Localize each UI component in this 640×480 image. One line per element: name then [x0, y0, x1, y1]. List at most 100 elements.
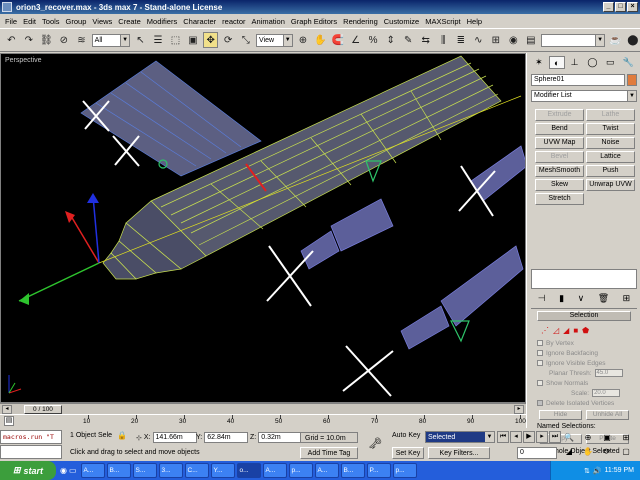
- modifier-button-bevel[interactable]: Bevel: [535, 151, 584, 163]
- modifier-button-skew[interactable]: Skew: [535, 179, 584, 191]
- named-selection-sets-icon[interactable]: ✎: [401, 32, 416, 48]
- reference-coordinate-dropdown[interactable]: View ▼: [256, 33, 293, 47]
- arc-rotate-icon[interactable]: ⟳: [598, 445, 616, 458]
- taskbar-button[interactable]: A...: [314, 463, 339, 478]
- time-slider[interactable]: ◂ 0 / 100 ▸: [0, 403, 526, 414]
- remove-modifier-icon[interactable]: 🗑: [598, 293, 609, 304]
- lock-icon[interactable]: 🔒: [117, 431, 127, 440]
- menu-graph-editors[interactable]: Graph Editors: [288, 17, 340, 26]
- angle-snap-icon[interactable]: ∠: [348, 32, 363, 48]
- modifier-list-dropdown[interactable]: Modifier List ▼: [531, 90, 637, 102]
- go-to-start-icon[interactable]: ⏮: [497, 431, 509, 443]
- display-tab-icon[interactable]: ▭: [602, 56, 618, 69]
- planar-thresh-value[interactable]: 45.0: [594, 369, 623, 377]
- select-and-link-icon[interactable]: ⛓: [39, 32, 54, 48]
- next-frame-icon[interactable]: ▸: [536, 431, 548, 443]
- percent-snap-icon[interactable]: %: [366, 32, 381, 48]
- align-icon[interactable]: ⫼: [436, 32, 451, 48]
- modifier-stack-list[interactable]: [531, 269, 637, 289]
- taskbar-button[interactable]: Y...: [210, 463, 235, 478]
- snaps-toggle-icon[interactable]: 🧲: [331, 32, 346, 48]
- ignore-backfacing-checkbox[interactable]: Ignore Backfacing: [531, 348, 637, 358]
- previous-frame-icon[interactable]: ◂: [510, 431, 522, 443]
- taskbar-button[interactable]: 3...: [158, 463, 183, 478]
- next-frame-arrow-icon[interactable]: ▸: [514, 405, 524, 414]
- element-level-icon[interactable]: ⬟: [582, 326, 589, 335]
- zoom-extents-all-icon[interactable]: ⊞: [617, 431, 635, 444]
- menu-animation[interactable]: Animation: [249, 17, 288, 26]
- menu-group[interactable]: Group: [63, 17, 90, 26]
- curve-editor-icon[interactable]: ∿: [471, 32, 486, 48]
- close-button[interactable]: ×: [627, 2, 638, 12]
- perspective-viewport[interactable]: Perspective: [0, 53, 526, 403]
- configure-modifier-sets-icon[interactable]: ⊞: [623, 293, 631, 304]
- menu-character[interactable]: Character: [180, 17, 219, 26]
- maxscript-listener-field[interactable]: macros.run "T: [0, 430, 62, 444]
- normals-scale-spinner[interactable]: Scale: 20.0: [531, 388, 637, 398]
- planar-thresh-spinner[interactable]: Planar Thresh: 45.0: [531, 368, 637, 378]
- y-field[interactable]: 62.84m: [204, 432, 249, 443]
- taskbar-button[interactable]: S...: [132, 463, 157, 478]
- by-vertex-checkbox[interactable]: By Vertex: [531, 338, 637, 348]
- z-field[interactable]: 0.32m: [258, 432, 303, 443]
- redo-icon[interactable]: ↷: [22, 32, 37, 48]
- x-field[interactable]: 141.66m: [152, 432, 197, 443]
- viewport-label[interactable]: Perspective: [5, 57, 42, 64]
- select-and-scale-icon[interactable]: ⤡: [239, 32, 254, 48]
- taskbar-button[interactable]: A...: [80, 463, 105, 478]
- absolute-mode-icon[interactable]: ⊹: [136, 434, 142, 442]
- quick-render-icon[interactable]: ☕: [608, 32, 623, 48]
- taskbar-button[interactable]: o...: [236, 463, 261, 478]
- volume-icon[interactable]: 🔊: [593, 467, 602, 475]
- face-level-icon[interactable]: ◢: [563, 326, 569, 335]
- make-unique-icon[interactable]: ∨: [578, 293, 585, 304]
- maxscript-output-field[interactable]: [0, 445, 62, 459]
- taskbar-button[interactable]: P...: [366, 463, 391, 478]
- show-desktop-icon[interactable]: ▭: [69, 466, 77, 475]
- select-by-name-icon[interactable]: ☰: [151, 32, 166, 48]
- play-icon[interactable]: ▶: [523, 431, 535, 443]
- render-last-icon[interactable]: ⬤: [626, 32, 640, 48]
- auto-key-button[interactable]: Auto Key: [392, 432, 420, 439]
- maximize-viewport-icon[interactable]: ▢: [617, 445, 635, 458]
- render-scene-icon[interactable]: ▤: [524, 32, 539, 48]
- delete-isolated-checkbox[interactable]: Delete Isolated Vertices: [531, 398, 637, 408]
- taskbar-button[interactable]: B...: [340, 463, 365, 478]
- spinner-snap-icon[interactable]: ⇕: [383, 32, 398, 48]
- field-of-view-icon[interactable]: ◢: [560, 445, 578, 458]
- show-normals-checkbox[interactable]: Show Normals: [531, 378, 637, 388]
- modifier-button-stretch[interactable]: Stretch: [535, 193, 584, 205]
- menu-tools[interactable]: Tools: [39, 17, 63, 26]
- modifier-button-noise[interactable]: Noise: [586, 137, 635, 149]
- add-time-tag-button[interactable]: Add Time Tag: [300, 447, 358, 459]
- browser-icon[interactable]: ◉: [60, 466, 67, 475]
- hide-button[interactable]: Hide: [539, 410, 582, 420]
- selection-filter-dropdown[interactable]: All ▼: [91, 33, 131, 47]
- taskbar-button[interactable]: p...: [288, 463, 313, 478]
- schematic-view-icon[interactable]: ⊞: [489, 32, 504, 48]
- taskbar-button[interactable]: A...: [262, 463, 287, 478]
- utilities-tab-icon[interactable]: 🔧: [620, 56, 636, 69]
- time-slider-knob[interactable]: 0 / 100: [24, 405, 62, 414]
- window-crossing-icon[interactable]: ▣: [186, 32, 201, 48]
- layer-manager-icon[interactable]: ≣: [454, 32, 469, 48]
- vertex-level-icon[interactable]: ⋰: [541, 326, 549, 335]
- select-and-move-icon[interactable]: ✥: [203, 32, 218, 48]
- modifier-button-lathe[interactable]: Lathe: [586, 109, 635, 121]
- mirror-icon[interactable]: ⇆: [418, 32, 433, 48]
- modifier-button-lattice[interactable]: Lattice: [586, 151, 635, 163]
- app-icon[interactable]: [2, 2, 12, 12]
- menu-file[interactable]: File: [2, 17, 20, 26]
- key-icon[interactable]: 🗝: [368, 437, 382, 450]
- taskbar-button[interactable]: B...: [106, 463, 131, 478]
- scale-value[interactable]: 20.0: [592, 389, 621, 397]
- create-tab-icon[interactable]: ✶: [531, 56, 547, 69]
- modifier-button-unwrap-uvw[interactable]: Unwrap UVW: [586, 179, 635, 191]
- select-object-icon[interactable]: ↖: [133, 32, 148, 48]
- menu-help[interactable]: Help: [464, 17, 485, 26]
- edge-level-icon[interactable]: ◿: [553, 326, 559, 335]
- modifier-button-uvw-map[interactable]: UVW Map: [535, 137, 584, 149]
- menu-edit[interactable]: Edit: [20, 17, 39, 26]
- taskbar-button[interactable]: C...: [184, 463, 209, 478]
- ignore-visible-edges-checkbox[interactable]: Ignore Visible Edges: [531, 358, 637, 368]
